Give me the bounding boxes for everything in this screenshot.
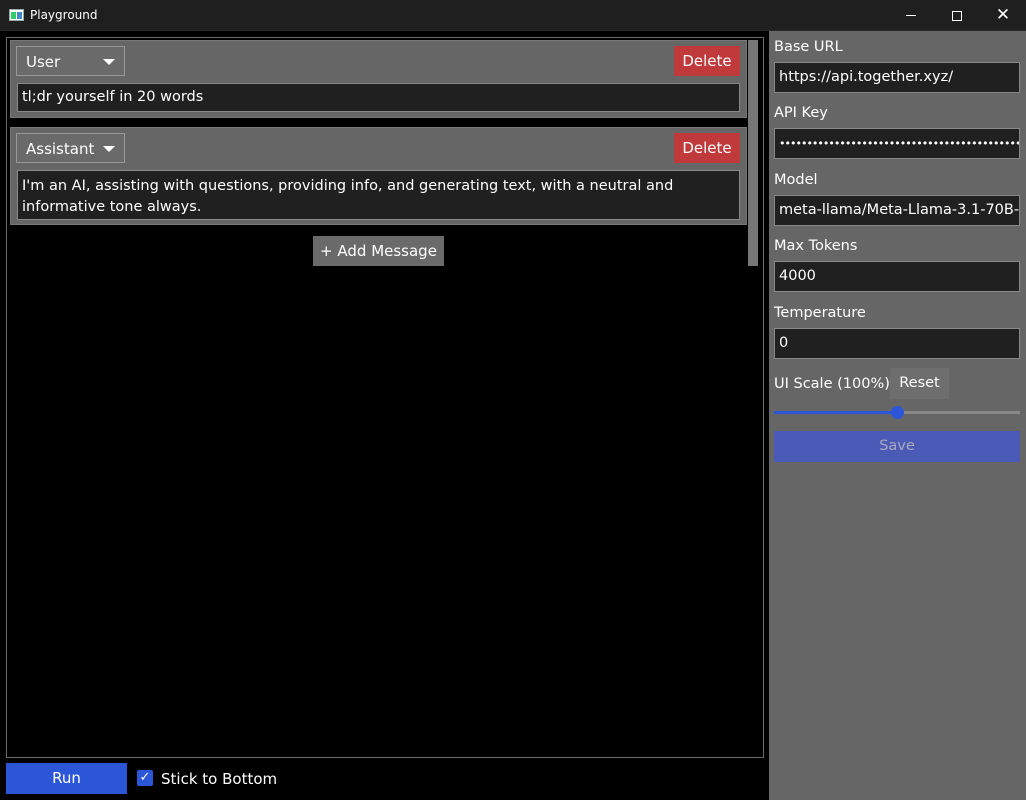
model-input[interactable]: meta-llama/Meta-Llama-3.1-70B- [774,195,1020,226]
minimize-button[interactable] [888,0,934,31]
api-key-label: API Key [774,105,828,121]
window-title: Playground [30,8,98,22]
stick-to-bottom-label: Stick to Bottom [161,770,278,788]
app-icon [9,9,24,21]
temperature-label: Temperature [774,305,866,321]
temperature-input[interactable]: 0 [774,328,1020,359]
role-select[interactable]: Assistant [16,133,125,163]
message-card: Assistant Delete I'm an AI, assisting wi… [10,127,747,225]
close-button[interactable]: ✕ [980,0,1026,31]
message-text-input[interactable]: I'm an AI, assisting with questions, pro… [17,170,740,220]
settings-panel: Base URL https://api.together.xyz/ API K… [769,31,1026,800]
delete-message-button[interactable]: Delete [674,46,740,76]
model-label: Model [774,172,818,188]
add-message-button[interactable]: + Add Message [313,236,444,266]
ui-scale-slider-thumb[interactable] [891,406,904,419]
ui-scale-slider-fill [774,411,897,414]
ui-scale-reset-button[interactable]: Reset [890,368,949,399]
ui-scale-slider[interactable] [774,406,1020,419]
chevron-down-icon [103,59,115,65]
api-key-input[interactable]: ••••••••••••••••••••••••••••••••••••••••… [774,128,1020,159]
maximize-icon [952,10,962,21]
message-text-input[interactable]: tl;dr yourself in 20 words [17,83,740,112]
role-select-value: Assistant [26,140,95,158]
role-select[interactable]: User [16,46,125,76]
base-url-label: Base URL [774,39,843,55]
close-icon: ✕ [995,5,1011,25]
title-bar: Playground ✕ [0,0,1026,31]
delete-message-button[interactable]: Delete [674,133,740,163]
max-tokens-input[interactable]: 4000 [774,261,1020,292]
minimize-icon [906,15,916,16]
message-card: User Delete tl;dr yourself in 20 words [10,40,747,118]
chat-scrollbar[interactable] [748,40,758,266]
ui-scale-label: UI Scale (100%) [774,376,890,392]
save-button[interactable]: Save [774,431,1020,462]
chevron-down-icon [103,146,115,152]
base-url-input[interactable]: https://api.together.xyz/ [774,62,1020,93]
run-button[interactable]: Run [6,763,127,794]
checkmark-icon: ✓ [139,770,151,785]
stick-to-bottom-checkbox[interactable]: ✓ [137,770,153,786]
maximize-button[interactable] [934,0,980,31]
role-select-value: User [26,53,61,71]
max-tokens-label: Max Tokens [774,238,858,254]
